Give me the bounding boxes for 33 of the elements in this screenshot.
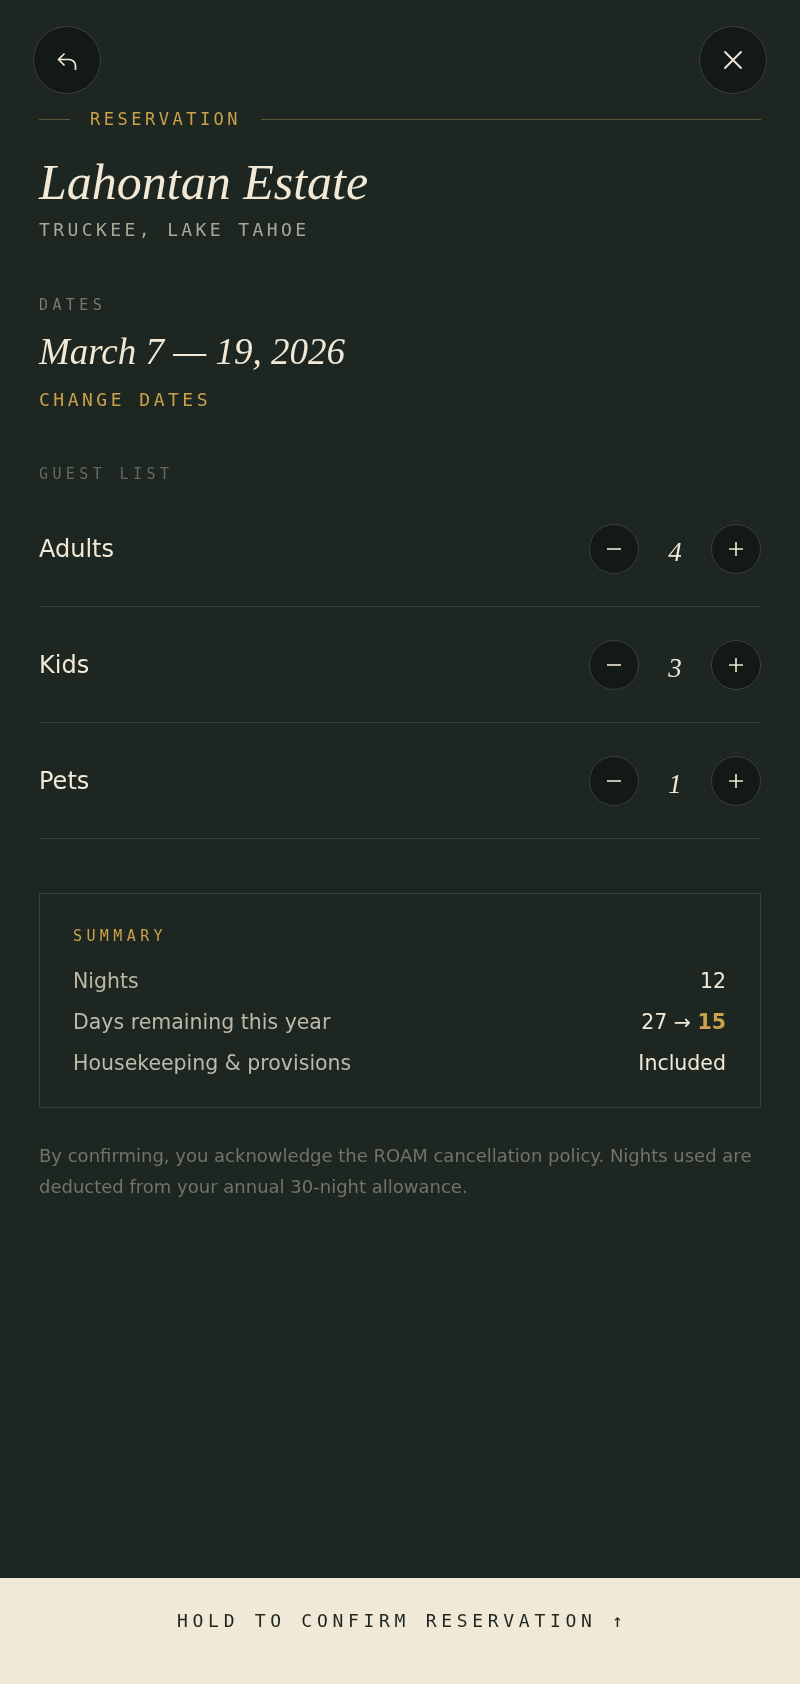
plus-icon xyxy=(729,541,743,556)
dates-label: DATES xyxy=(39,296,107,314)
confirm-button[interactable]: HOLD TO CONFIRM RESERVATION ↑ xyxy=(0,1578,800,1684)
guest-count: 1 xyxy=(667,767,683,800)
guest-count: 4 xyxy=(667,535,683,568)
summary-label: Housekeeping & provisions xyxy=(73,1049,352,1077)
guest-label: Pets xyxy=(39,765,90,796)
guest-count: 3 xyxy=(667,651,683,684)
summary-label: Days remaining this year xyxy=(73,1008,331,1036)
summary-value: Included xyxy=(638,1049,726,1077)
increment-button[interactable] xyxy=(711,639,761,690)
minus-icon xyxy=(607,663,621,666)
return-arrow-icon xyxy=(57,52,77,70)
plus-icon xyxy=(729,773,743,788)
guest-list-label: GUEST LIST xyxy=(39,465,174,483)
plus-icon xyxy=(729,657,743,672)
section-eyebrow: RESERVATION xyxy=(90,109,242,129)
summary-value: 12 xyxy=(699,967,726,995)
change-dates-link[interactable]: CHANGE DATES xyxy=(39,389,212,411)
increment-button[interactable] xyxy=(711,755,761,806)
close-icon xyxy=(724,51,742,69)
location-subtitle: TRUCKEE, LAKE TAHOE xyxy=(39,220,310,240)
increment-button[interactable] xyxy=(711,523,761,574)
guest-label: Adults xyxy=(39,533,115,564)
guest-label: Kids xyxy=(39,649,90,680)
minus-icon xyxy=(607,547,621,550)
summary-title: SUMMARY xyxy=(73,927,168,945)
property-title: Lahontan Estate xyxy=(39,154,369,210)
minus-icon xyxy=(607,779,621,782)
date-range: March 7 — 19, 2026 xyxy=(39,330,345,374)
disclaimer-text: By confirming, you acknowledge the ROAM cancellation policy. Nights used are deducted from your annual 30-night allowance. xyxy=(39,1144,753,1199)
summary-value: 27 → 15 xyxy=(641,1008,726,1036)
summary-label: Nights xyxy=(73,967,139,995)
